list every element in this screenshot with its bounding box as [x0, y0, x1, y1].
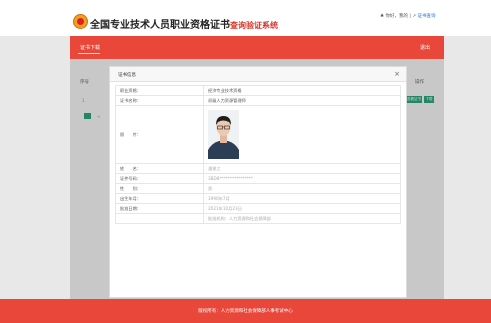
- table-row: 证书名称： 初级人力资源管理师: [115, 95, 401, 106]
- field-value: 潘俊之: [203, 163, 401, 174]
- field-value: 男: [203, 183, 401, 194]
- field-label: 照 片：: [115, 105, 204, 164]
- field-value: 2021年10月23日: [203, 203, 401, 214]
- user-greeting: ♣ 你好，我的 |: [380, 14, 413, 19]
- close-icon[interactable]: ×: [394, 70, 400, 78]
- photo-cell: [203, 105, 401, 164]
- main-nav: 证书下载 退出: [70, 36, 444, 59]
- field-value: 3BD8****************: [203, 173, 401, 184]
- table-row: 批准机构：人力资源和社会保障部: [115, 213, 401, 224]
- user-bar: ♣ 你好，我的 | ↗ 证书查询: [380, 13, 436, 19]
- nav-active-underline: [78, 53, 100, 54]
- portrait-photo: [208, 110, 239, 159]
- site-title: 全国专业技术人员职业资格证书查询验证系统: [90, 16, 278, 31]
- certificate-query-link[interactable]: ↗ 证书查询: [412, 14, 435, 19]
- field-value: 初级人力资源管理师: [203, 95, 401, 106]
- table-row: 批准日期： 2021年10月23日: [115, 203, 401, 214]
- table-row: 姓 名： 潘俊之: [115, 163, 401, 174]
- field-label: 批准日期：: [115, 203, 204, 214]
- site-footer: 版权所有：人力资源和社会保障部人事考试中心: [0, 299, 491, 323]
- field-label: 性 别：: [115, 183, 204, 194]
- site-title-accent: 查询验证系统: [230, 21, 278, 30]
- certificate-dialog: 证书信息 × 职业资格： 经济专业技术资格 证书名称： 初级人力资源管理师 照 …: [109, 66, 407, 298]
- copyright-text: 版权所有：人力资源和社会保障部人事考试中心: [198, 309, 293, 314]
- field-label: 证件号码：: [115, 173, 204, 184]
- site-title-main: 全国专业技术人员职业资格证书: [90, 20, 230, 31]
- dialog-header: 证书信息 ×: [110, 67, 406, 82]
- table-row: 证件号码： 3BD8****************: [115, 173, 401, 184]
- certificate-info-table: 职业资格： 经济专业技术资格 证书名称： 初级人力资源管理师 照 片： 姓 名：…: [115, 85, 401, 224]
- table-row: 照 片：: [115, 105, 401, 164]
- field-label: 证书名称：: [115, 95, 204, 106]
- field-value: 批准机构：人力资源和社会保障部: [203, 213, 401, 224]
- page: 全国专业技术人员职业资格证书查询验证系统 ♣ 你好，我的 | ↗ 证书查询 证书…: [0, 0, 491, 323]
- person-portrait-icon: [208, 110, 239, 159]
- logout-link[interactable]: 退出: [420, 44, 430, 51]
- table-row: 职业资格： 经济专业技术资格: [115, 85, 401, 96]
- field-value: 经济专业技术资格: [203, 85, 401, 96]
- table-row: 性 别： 男: [115, 183, 401, 194]
- emblem-logo-icon: [73, 14, 88, 29]
- field-label: 职业资格：: [115, 85, 204, 96]
- field-label: [115, 213, 204, 224]
- field-label: 姓 名：: [115, 163, 204, 174]
- field-label: 出生年月：: [115, 193, 204, 204]
- field-value: 1990年7月: [203, 193, 401, 204]
- table-row: 出生年月： 1990年7月: [115, 193, 401, 204]
- dialog-body: 职业资格： 经济专业技术资格 证书名称： 初级人力资源管理师 照 片： 姓 名：…: [115, 85, 401, 295]
- dialog-title: 证书信息: [118, 73, 136, 78]
- nav-item-certificate-download[interactable]: 证书下载: [80, 44, 100, 51]
- site-header: 全国专业技术人员职业资格证书查询验证系统 ♣ 你好，我的 | ↗ 证书查询: [0, 0, 491, 36]
